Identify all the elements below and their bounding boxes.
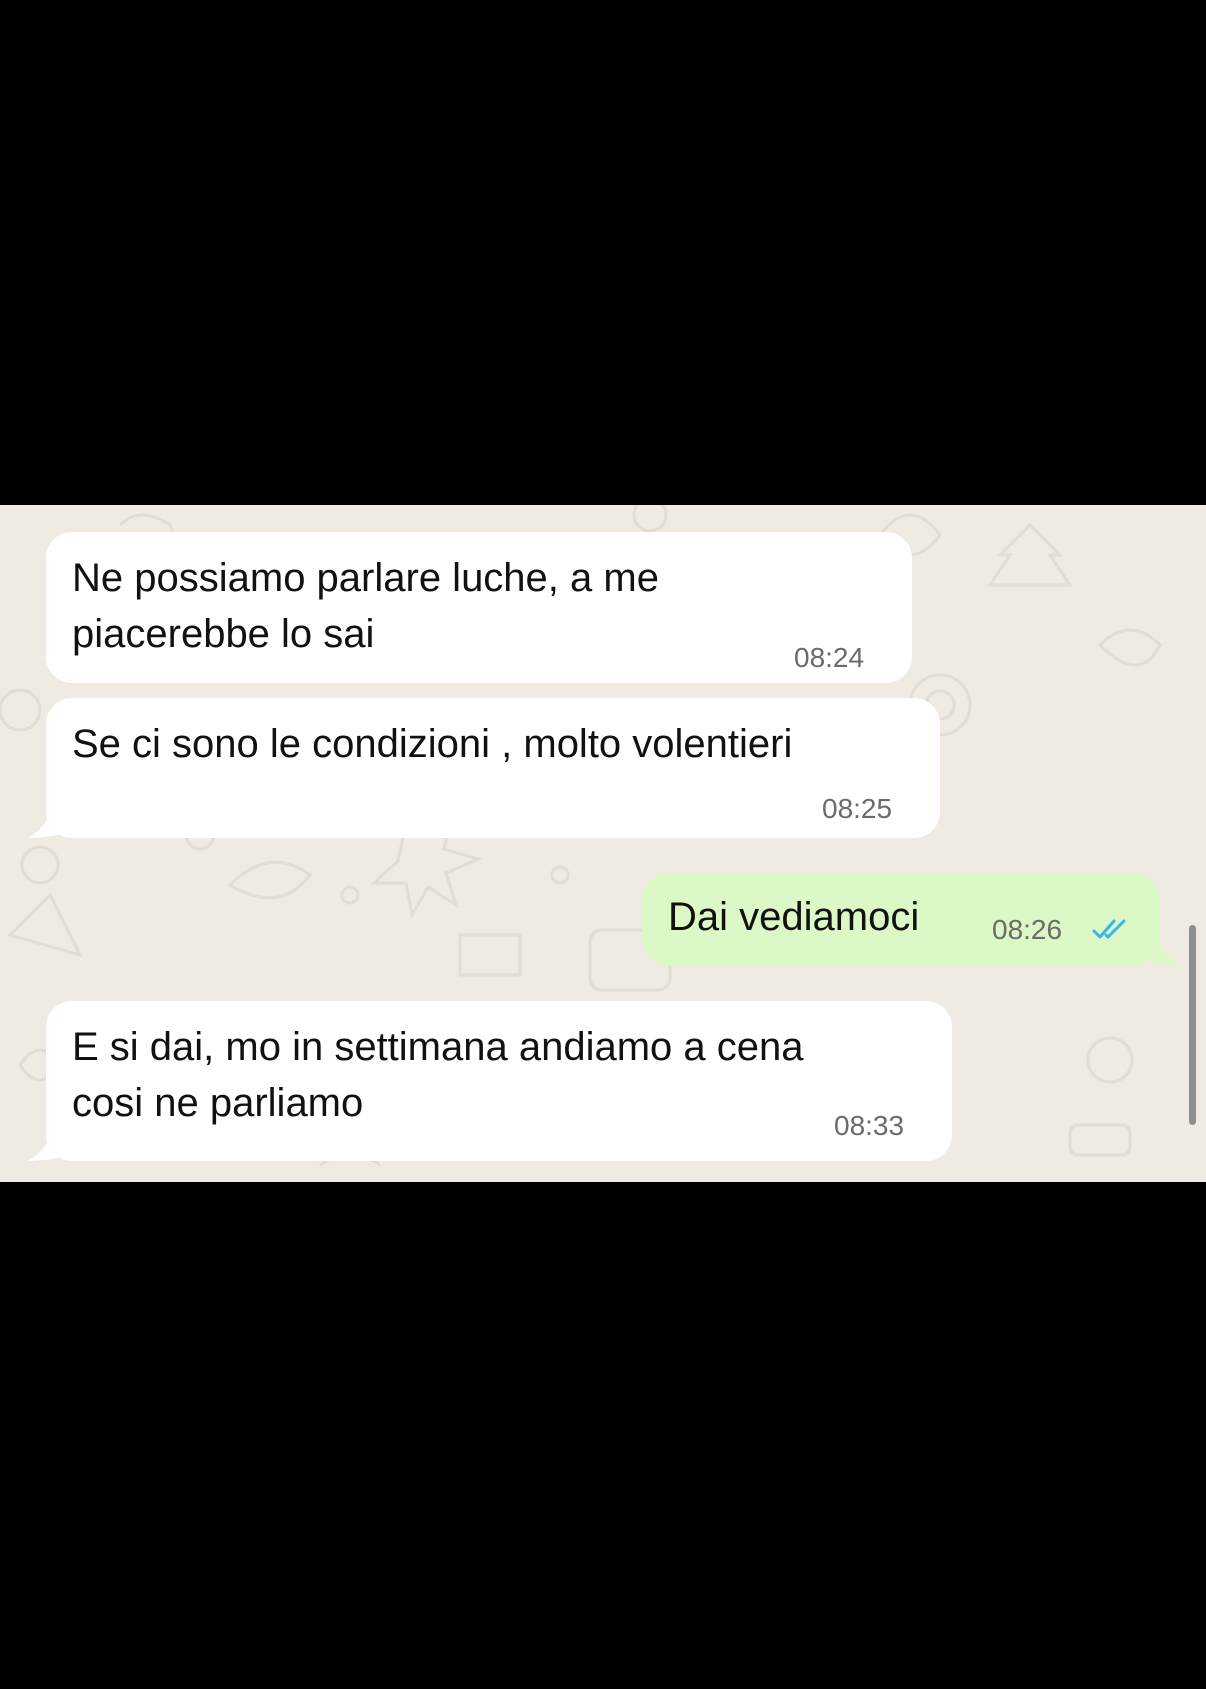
message-timestamp: 08:26 [992,914,1063,945]
bubble-tail [28,1133,62,1161]
bubble-tail [28,810,62,838]
chat-area[interactable]: Ne possiamo parlare luche, a me piacereb… [0,505,1206,1182]
message-timestamp: 08:24 [794,642,865,673]
bubble-tail [1146,937,1180,965]
message-bubble-incoming[interactable]: Ne possiamo parlare luche, a me piacereb… [46,532,912,683]
message-timestamp: 08:33 [834,1110,905,1141]
message-text: E si dai, mo in settimana andiamo a cena… [72,1025,804,1125]
message-bubble-outgoing[interactable]: Dai vediamoci 08:26 [642,873,1160,965]
message-timestamp: 08:25 [822,793,893,824]
message-text: Dai vediamoci [668,895,920,939]
message-bubble-incoming[interactable]: E si dai, mo in settimana andiamo a cena… [46,1001,952,1161]
message-text: Se ci sono le condizioni , molto volenti… [72,722,793,766]
scrollbar[interactable] [1189,925,1196,1125]
message-text: Ne possiamo parlare luche, a me piacereb… [72,556,659,656]
message-bubble-incoming[interactable]: Se ci sono le condizioni , molto volenti… [46,698,940,838]
double-check-read-icon [1092,919,1126,939]
